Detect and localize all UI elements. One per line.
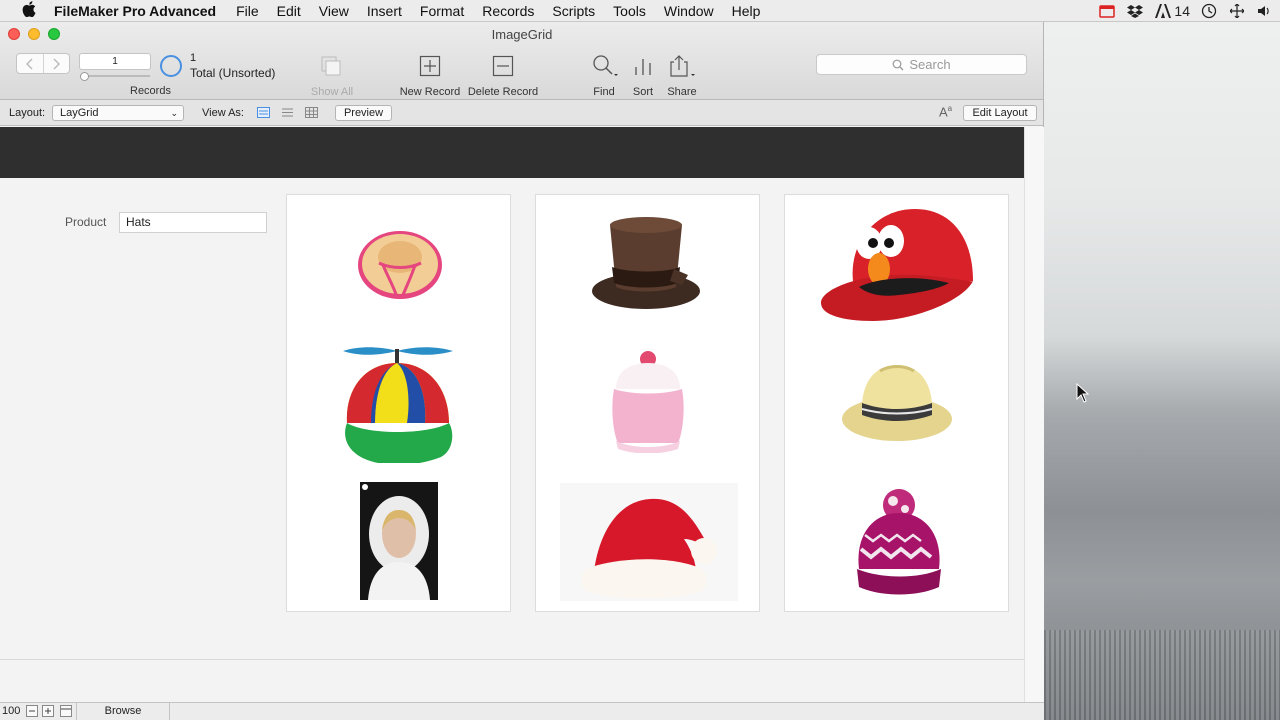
chevron-down-icon: ⌄ xyxy=(170,108,178,118)
share-icon xyxy=(664,54,700,78)
new-record-label: New Record xyxy=(399,86,461,98)
record-nav xyxy=(16,53,70,74)
layout-label: Layout: xyxy=(9,107,46,119)
search-icon xyxy=(892,59,904,70)
show-all-button[interactable]: Show All xyxy=(307,54,357,98)
zoom-in-icon[interactable] xyxy=(42,705,54,717)
mouse-cursor-icon xyxy=(1076,383,1090,403)
sort-label: Sort xyxy=(632,86,654,98)
filemaker-window: ImageGrid 1 Records 1 Total (Unsorted) S… xyxy=(0,22,1044,720)
adobe-icon[interactable] xyxy=(1154,3,1172,19)
layout-bar: Layout: LayGrid ⌄ View As: Preview Aa Ed… xyxy=(0,100,1043,126)
menu-window[interactable]: Window xyxy=(664,3,714,19)
desktop-reeds xyxy=(1044,630,1280,720)
search-placeholder: Search xyxy=(909,57,951,72)
delete-record-label: Delete Record xyxy=(467,86,539,98)
image-column-1 xyxy=(286,194,511,612)
found-total: Total (Unsorted) xyxy=(190,66,276,80)
delete-record-icon xyxy=(466,54,540,78)
pom-pom-beanie-image[interactable] xyxy=(849,487,945,597)
zoom-out-icon[interactable] xyxy=(26,705,38,717)
toggle-toolbar-icon[interactable] xyxy=(60,705,72,717)
menu-tools[interactable]: Tools xyxy=(613,3,646,19)
show-all-label: Show All xyxy=(310,86,354,98)
view-as-form-icon[interactable] xyxy=(257,107,270,118)
image-column-2 xyxy=(535,194,760,612)
santa-hat-image[interactable] xyxy=(560,483,738,601)
layout-select[interactable]: LayGrid ⌄ xyxy=(52,105,184,121)
status-bar: 100 Browse xyxy=(0,702,1044,720)
record-slider-handle[interactable] xyxy=(80,72,89,81)
fedora-image[interactable] xyxy=(840,361,954,443)
record-number-input[interactable]: 1 xyxy=(79,53,151,70)
record-slider-track[interactable] xyxy=(82,75,150,77)
menu-bar: FileMaker Pro Advanced File Edit View In… xyxy=(0,0,1280,22)
bluetooth-move-icon[interactable] xyxy=(1228,3,1246,19)
zoom-level[interactable]: 100 xyxy=(2,705,20,717)
layout-content: Product Hats xyxy=(0,127,1024,705)
calendar-icon[interactable] xyxy=(1098,3,1116,19)
find-button[interactable]: Find xyxy=(588,54,620,98)
sort-bars-icon xyxy=(628,54,658,78)
records-label: Records xyxy=(130,85,171,97)
layout-select-value: LayGrid xyxy=(60,107,99,119)
top-hat-image[interactable] xyxy=(590,213,702,313)
menu-view[interactable]: View xyxy=(319,3,349,19)
find-label: Find xyxy=(593,86,615,98)
menu-insert[interactable]: Insert xyxy=(367,3,402,19)
time-machine-icon[interactable] xyxy=(1200,3,1218,19)
share-label: Share xyxy=(667,86,697,98)
find-magnifier-icon xyxy=(588,54,620,78)
footer-divider xyxy=(0,659,1024,660)
view-as-list-icon[interactable] xyxy=(281,107,294,118)
product-field[interactable]: Hats xyxy=(119,212,267,233)
view-as-table-icon[interactable] xyxy=(305,107,318,118)
sort-button[interactable]: Sort xyxy=(628,54,658,98)
quick-find-search-input[interactable]: Search xyxy=(816,54,1027,75)
text-formatting-icon[interactable]: Aa xyxy=(939,104,952,119)
image-column-3 xyxy=(784,194,1009,612)
elmo-cap-image[interactable] xyxy=(819,203,977,323)
vertical-scrollbar[interactable] xyxy=(1024,127,1044,705)
previous-record-button[interactable] xyxy=(17,54,44,73)
preview-button[interactable]: Preview xyxy=(335,105,392,121)
found-set-pie-icon[interactable] xyxy=(160,55,182,77)
menu-file[interactable]: File xyxy=(236,3,259,19)
view-as-label: View As: xyxy=(202,107,244,119)
edit-layout-button[interactable]: Edit Layout xyxy=(963,105,1037,121)
menu-edit[interactable]: Edit xyxy=(277,3,301,19)
status-number: 14 xyxy=(1174,3,1190,19)
new-record-button[interactable]: New Record xyxy=(399,54,461,98)
apple-icon[interactable] xyxy=(20,0,38,21)
desktop-background xyxy=(1044,22,1280,720)
window-toolbar: ImageGrid 1 Records 1 Total (Unsorted) S… xyxy=(0,22,1043,100)
share-button[interactable]: Share xyxy=(664,54,700,98)
menu-records[interactable]: Records xyxy=(482,3,534,19)
mode-indicator[interactable]: Browse xyxy=(76,703,170,720)
sun-hat-image[interactable] xyxy=(353,227,447,307)
found-count: 1 xyxy=(190,52,197,64)
dropbox-icon[interactable] xyxy=(1126,3,1144,19)
layout-header-band xyxy=(0,127,1024,178)
next-record-button[interactable] xyxy=(44,54,70,73)
menu-app-name[interactable]: FileMaker Pro Advanced xyxy=(54,3,216,19)
volume-icon[interactable] xyxy=(1256,3,1274,19)
product-label: Product xyxy=(65,215,107,229)
window-title: ImageGrid xyxy=(491,27,553,42)
menu-format[interactable]: Format xyxy=(420,3,464,19)
status-area: 14 xyxy=(1098,0,1274,22)
menu-help[interactable]: Help xyxy=(732,3,761,19)
delete-record-button[interactable]: Delete Record xyxy=(466,54,540,98)
propeller-beanie-image[interactable] xyxy=(339,341,457,463)
pink-beanie-image[interactable] xyxy=(606,349,690,453)
menu-scripts[interactable]: Scripts xyxy=(552,3,595,19)
new-record-icon xyxy=(399,54,461,78)
fur-hood-photo-image[interactable] xyxy=(360,482,438,600)
show-all-icon xyxy=(307,54,357,78)
